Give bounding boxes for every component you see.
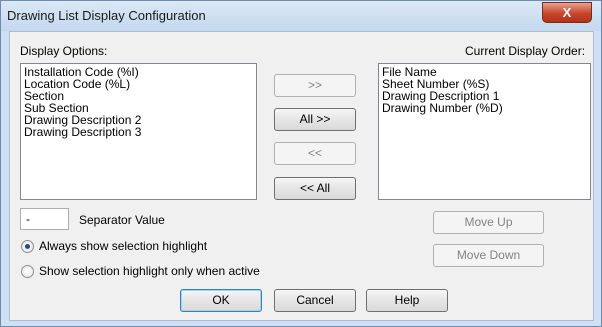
remove-button[interactable]: << — [274, 142, 356, 165]
list-item[interactable]: Drawing Description 3 — [24, 126, 253, 138]
display-options-label: Display Options: — [20, 44, 108, 58]
remove-all-button[interactable]: << All — [274, 177, 356, 200]
dialog-window: Drawing List Display Configuration X Dis… — [0, 0, 602, 327]
separator-value-input[interactable]: - — [20, 208, 69, 230]
add-button[interactable]: >> — [274, 74, 356, 97]
highlight-when-active-radio[interactable] — [21, 265, 34, 278]
cancel-button[interactable]: Cancel — [274, 289, 356, 312]
separator-value-label: Separator Value — [79, 213, 165, 227]
add-all-button[interactable]: All >> — [274, 108, 356, 131]
dialog-body: Display Options: Current Display Order: … — [9, 31, 594, 321]
always-highlight-radio[interactable] — [21, 240, 34, 253]
close-button[interactable]: X — [542, 2, 592, 23]
move-down-button[interactable]: Move Down — [433, 244, 544, 267]
current-display-order-list[interactable]: File Name Sheet Number (%S) Drawing Desc… — [378, 63, 591, 200]
help-button[interactable]: Help — [366, 289, 448, 312]
move-up-button[interactable]: Move Up — [433, 211, 544, 234]
always-highlight-label[interactable]: Always show selection highlight — [39, 239, 207, 253]
title-bar[interactable]: Drawing List Display Configuration X — [1, 1, 601, 31]
highlight-when-active-label[interactable]: Show selection highlight only when activ… — [39, 264, 260, 278]
current-display-order-label: Current Display Order: — [465, 44, 586, 58]
list-item[interactable]: Drawing Number (%D) — [382, 102, 587, 114]
ok-button[interactable]: OK — [180, 289, 262, 312]
close-icon: X — [562, 5, 572, 20]
dialog-title: Drawing List Display Configuration — [7, 8, 206, 23]
display-options-list[interactable]: Installation Code (%I) Location Code (%L… — [20, 63, 257, 200]
